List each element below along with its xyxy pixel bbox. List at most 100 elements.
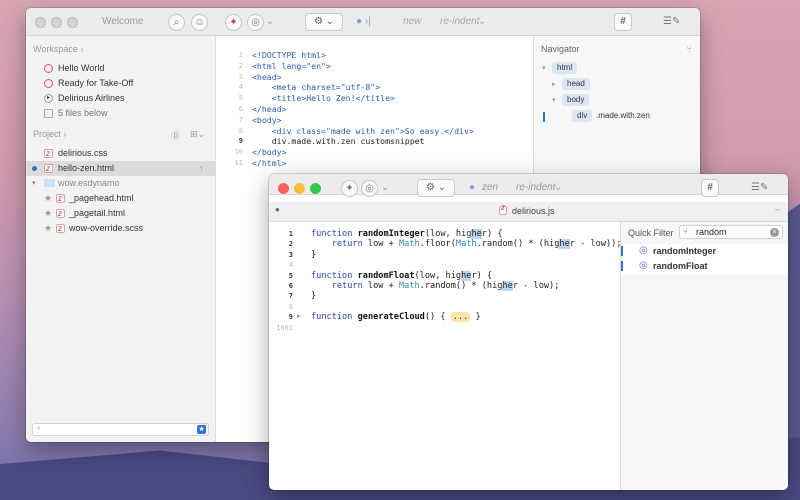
nav-node-html[interactable]: html (552, 62, 578, 74)
line-number: 5 (238, 94, 243, 103)
workspace-item[interactable]: Hello World (26, 61, 215, 76)
compass-icon[interactable]: ✦ (225, 14, 242, 31)
line-number: 10 (234, 148, 243, 157)
zen-file-icon (56, 206, 65, 221)
code-line[interactable]: <meta charset="utf-8"> (252, 82, 474, 93)
search-icon[interactable]: ⌕ (168, 14, 185, 31)
chevron-down-icon[interactable]: ⌄ (554, 182, 562, 193)
quick-filter-result[interactable]: ◎ randomInteger (621, 244, 788, 259)
quick-filter-result[interactable]: ◎ randomFloat (621, 259, 788, 274)
code-line[interactable]: <div class="made with zen">So easy.</div… (252, 126, 474, 137)
workspace-item[interactable]: ▸ Delirious Airlines (26, 91, 215, 106)
compass-icon (44, 64, 53, 73)
hash-icon[interactable]: # (614, 13, 632, 31)
cursor-mark (543, 112, 545, 122)
mode-menu[interactable]: zen (482, 182, 498, 193)
hash-icon[interactable]: # (701, 179, 719, 197)
code-line[interactable]: <head> (252, 72, 474, 83)
code-line[interactable]: <html lang="en"> (252, 61, 474, 72)
expand-arrow-icon[interactable]: ▾ (32, 176, 36, 191)
chevron-down-icon[interactable]: ⌄ (266, 16, 274, 27)
star-icon[interactable]: ★ (44, 191, 52, 206)
reindent-menu[interactable]: re-indent (440, 16, 479, 27)
workspace-item[interactable]: Ready for Take-Off (26, 76, 215, 91)
line-number: 4 (288, 261, 293, 270)
project-file[interactable]: delirious.css (26, 146, 215, 161)
line-number: 5 (288, 271, 293, 280)
project-file[interactable]: ★ wow-override.scss (26, 221, 215, 236)
expand-arrow-icon[interactable]: ▾ (552, 96, 556, 104)
nav-node-body[interactable]: body (562, 94, 590, 106)
nav-node-class: .made.with.zen (596, 111, 650, 120)
settings-menu-button[interactable]: ⚙ ⌄ (305, 13, 343, 31)
quick-filter-value[interactable]: random (696, 227, 727, 237)
code-line[interactable]: div.made.with.zen customsnippet (252, 136, 474, 147)
project-file[interactable]: ★ _pagetail.html (26, 206, 215, 221)
close-button[interactable] (278, 183, 289, 194)
project-header: Project › (33, 129, 67, 139)
zen-file-icon (56, 191, 65, 206)
line-numbers: 1 2 3 4 5 6 7 8 9 10 11 (216, 50, 243, 169)
window-title: Welcome (102, 16, 144, 27)
globe-icon[interactable]: ● (469, 182, 475, 193)
globe-icon[interactable]: ● ›| (356, 16, 371, 27)
line-numbers: 1 2 3 4 5 6 7 8 9 1001 (269, 229, 293, 333)
star-filter-icon[interactable]: ★ (197, 425, 206, 434)
filter-icon[interactable]: ⑂ (687, 44, 692, 54)
collapse-arrow-icon[interactable]: ▸ (552, 80, 556, 88)
add-menu-icon[interactable]: ⊞⌄ (190, 129, 205, 140)
modified-dot-icon (32, 166, 37, 171)
smiley-icon[interactable]: ☺ (191, 14, 208, 31)
chevron-down-icon[interactable]: ⌄ (381, 182, 389, 193)
clear-icon[interactable]: × (770, 228, 779, 237)
line-number: 3 (288, 250, 293, 259)
settings-menu-button[interactable]: ⚙ ⌄ (417, 179, 455, 197)
expand-arrow-icon[interactable]: ▾ (542, 64, 546, 72)
target-icon[interactable]: ◎ (361, 180, 378, 197)
compass-icon[interactable]: ✦ (341, 180, 358, 197)
sidebar-filter-input[interactable]: ⑂ ★ (32, 423, 209, 436)
function-icon: ◎ (639, 260, 648, 271)
new-menu[interactable]: new (403, 16, 421, 27)
code-line[interactable]: <!DOCTYPE html> (252, 50, 474, 61)
sidebar: Workspace › Hello World Ready for Take-O… (26, 36, 216, 442)
line-number: 1001 (276, 323, 293, 332)
fold-arrow-icon[interactable]: ▸ (297, 312, 301, 320)
project-folder[interactable]: ▾ wow.esdynamo (26, 176, 215, 191)
tab-menu-icon[interactable]: – (775, 204, 780, 214)
star-icon[interactable]: ★ (44, 221, 52, 236)
project-file[interactable]: ★ _pagehead.html (26, 191, 215, 206)
dynamo-icon[interactable]: Ⓓ (171, 129, 180, 142)
code-area[interactable]: function randomInteger(low, higher) { re… (311, 229, 622, 323)
code-line[interactable]: </body> (252, 147, 474, 158)
minimize-button[interactable] (51, 17, 62, 28)
code-area[interactable]: <!DOCTYPE html> <html lang="en"> <head> <m… (252, 50, 474, 169)
project-file-selected[interactable]: hello-zen.html ↑ (26, 161, 215, 176)
folded-block[interactable]: ... (450, 312, 471, 323)
modified-dot-icon: ● (275, 205, 280, 214)
chevron-down-icon[interactable]: ⌄ (478, 16, 486, 27)
nav-node-head[interactable]: head (562, 78, 590, 90)
line-number: 7 (288, 292, 293, 301)
star-icon[interactable]: ★ (44, 206, 52, 221)
compass-icon (44, 79, 53, 88)
zoom-button[interactable] (310, 183, 321, 194)
code-line[interactable]: </html> (252, 158, 474, 169)
code-line[interactable]: <body> (252, 115, 474, 126)
upload-icon[interactable]: ↑ (199, 161, 204, 176)
list-wrench-icon[interactable]: ☰✎ (663, 16, 680, 27)
reindent-menu[interactable]: re-indent (516, 182, 555, 193)
line-number: 2 (288, 240, 293, 249)
nav-node-div[interactable]: div (572, 110, 593, 122)
code-line[interactable]: <title>Hello Zen!</title> (252, 93, 474, 104)
workspace-header: Workspace › (33, 44, 84, 54)
minimize-button[interactable] (294, 183, 305, 194)
close-button[interactable] (35, 17, 46, 28)
list-wrench-icon[interactable]: ☰✎ (751, 182, 768, 193)
quick-filter-input[interactable]: ⑂ random × (679, 225, 783, 239)
zoom-button[interactable] (67, 17, 78, 28)
tab-title[interactable]: delirious.js (512, 206, 555, 216)
target-icon[interactable]: ◎ (247, 14, 264, 31)
workspace-item[interactable]: 5 files below (26, 106, 215, 121)
code-line[interactable]: </head> (252, 104, 474, 115)
